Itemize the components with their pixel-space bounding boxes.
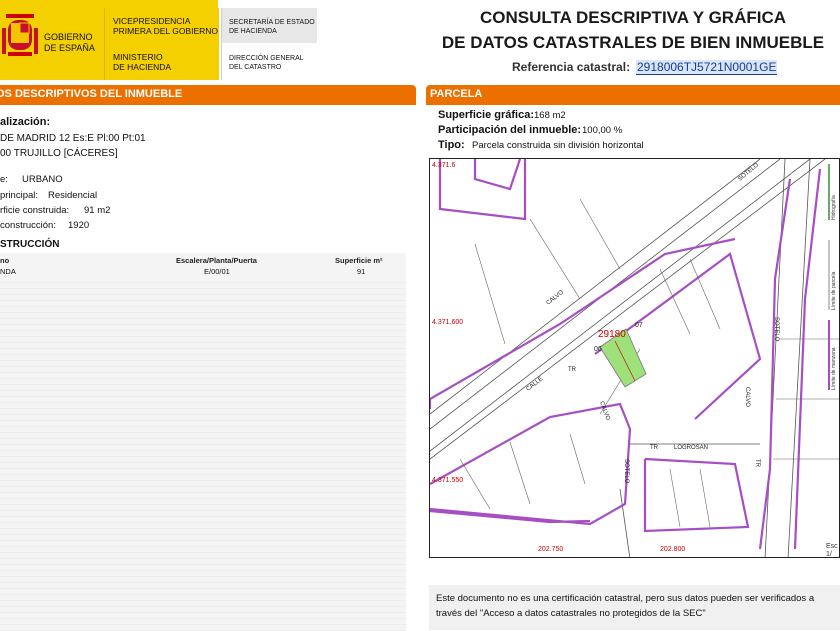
localizacion-line-1: DE MADRID 12 Es:E Pl:00 Pt:01: [0, 133, 146, 144]
legend-hidrografia: Hidrografía: [831, 195, 837, 220]
tr-label-3: TR: [754, 459, 760, 468]
dg-line-2: DEL CATASTRO: [229, 64, 282, 71]
localizacion-line-2: 00 TRUJILLO [CÁCERES]: [0, 148, 118, 159]
parcel-06: 06: [594, 346, 602, 353]
table-cell-escalera: E/00/01: [204, 267, 230, 276]
ref-catastral-label: Referencia catastral:: [512, 60, 631, 74]
sup-grafica-label: Superficie gráfica:: [438, 109, 534, 121]
superficie-label: rficie construida:: [0, 205, 70, 216]
tipo-value: Parcela construida sin división horizont…: [472, 140, 644, 151]
footer-text: Este documento no es una certificación c…: [436, 591, 836, 621]
construccion-table: no Escalera/Planta/Puerta Superficie m² …: [0, 253, 406, 631]
uso-label: principal:: [0, 190, 39, 201]
coord-top: 4.371.6: [432, 162, 455, 169]
construccion-label: STRUCCIÓN: [0, 239, 60, 250]
map-legend: Hidrografía Límite de parcela Límite de …: [824, 160, 840, 558]
sup-grafica-value: 168 m2: [534, 110, 566, 121]
participacion-label: Participación del inmueble:: [438, 124, 582, 136]
coord-mid: 4.371.600: [432, 319, 463, 326]
sec-line-2: DE HACIENDA: [229, 28, 277, 35]
scale-label-2: 1/: [826, 551, 832, 558]
street-sotelo-1: SOTELO: [737, 162, 760, 182]
table-header-superficie: Superficie m²: [335, 256, 383, 265]
street-calvo-2: CALVO: [598, 401, 611, 422]
legend-manzana: Límite de manzana: [831, 347, 837, 390]
document-title-line-2: DE DATOS CATASTRALES DE BIEN INMUEBLE: [441, 33, 825, 52]
coord-bottom-2: 202.800: [660, 546, 685, 553]
map-drawing: 4.371.6 4.371.600 4.371.550 202.750 202.…: [430, 159, 839, 557]
tr-label-2: TR: [650, 445, 659, 451]
parcela-header: PARCELA: [426, 85, 840, 104]
clase-value: URBANO: [22, 174, 63, 185]
min-line-2: DE HACIENDA: [113, 62, 172, 72]
localizacion-label: alización:: [0, 116, 51, 128]
parcel-id: 29180: [598, 329, 626, 340]
scale-label-1: Esc: [826, 543, 838, 550]
ref-catastral-value[interactable]: 2918006TJ5721N0001GE: [636, 60, 778, 75]
document-title-line-1: CONSULTA DESCRIPTIVA Y GRÁFICA: [479, 8, 787, 27]
gov-line-1: GOBIERNO: [44, 32, 93, 42]
superficie-value: 91 m2: [84, 205, 111, 216]
footer-line-1: Este documento no es una certificación c…: [436, 593, 815, 604]
street-logrosan: LOGROSAN: [674, 445, 708, 451]
coord-bottom-1: 202.750: [538, 546, 563, 553]
vp-line-2: PRIMERA DEL GOBIERNO: [113, 26, 219, 36]
street-sotelo-3: SOTELO: [623, 459, 629, 484]
min-line-1: MINISTERIO: [113, 52, 163, 62]
tipo-label: Tipo:: [438, 139, 465, 151]
anio-label: construcción:: [0, 220, 56, 231]
secretaria-block: SECRETARÍA DE ESTADO DE HACIENDA DIRECCI…: [221, 8, 317, 80]
vp-line-1: VICEPRESIDENCIA: [113, 16, 191, 26]
legend-parcela: Límite de parcela: [831, 271, 837, 310]
anio-value: 1920: [68, 220, 90, 231]
tr-label-1: TR: [568, 367, 577, 373]
coat-of-arms-icon: [2, 14, 38, 56]
ministry-block: VICEPRESIDENCIA PRIMERA DEL GOBIERNO MIN…: [104, 8, 219, 80]
gov-line-2: DE ESPAÑA: [44, 43, 95, 53]
street-sotelo-2: SOTELO: [773, 317, 779, 342]
dg-line-1: DIRECCIÓN GENERAL: [229, 55, 304, 62]
street-calvo-3: CALVO: [744, 387, 750, 407]
cadastral-map[interactable]: 4.371.6 4.371.600 4.371.550 202.750 202.…: [429, 158, 840, 558]
clase-label: e:: [0, 174, 8, 185]
table-header-uso: no: [0, 256, 10, 265]
parcel-07: 07: [635, 322, 643, 329]
table-cell-superficie: 91: [357, 267, 366, 276]
sec-line-1: SECRETARÍA DE ESTADO: [229, 19, 315, 26]
gobierno-text: GOBIERNO DE ESPAÑA: [44, 32, 95, 54]
uso-value: Residencial: [48, 190, 98, 201]
table-header-escalera: Escalera/Planta/Puerta: [176, 256, 257, 265]
participacion-value: 100,00 %: [582, 125, 623, 136]
footer-line-2: través del "Acceso a datos catastrales n…: [436, 608, 706, 619]
street-calvo-1: CALVO: [546, 289, 566, 306]
datos-descriptivos-header: OS DESCRIPTIVOS DEL INMUEBLE: [0, 85, 416, 104]
table-cell-uso: NDA: [0, 267, 16, 276]
coord-low: 4.371.550: [432, 477, 463, 484]
